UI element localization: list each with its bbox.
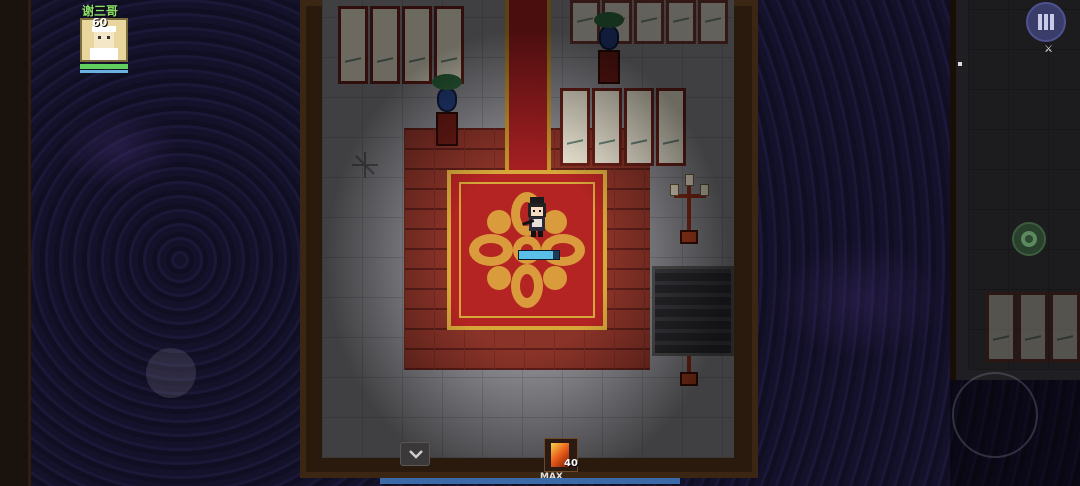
chevron-down-icon (409, 450, 423, 459)
portrait-mp-bar (80, 70, 128, 73)
collapse-button[interactable] (400, 442, 430, 466)
left-wall (0, 0, 31, 486)
energy-bar (380, 478, 680, 484)
minimap-marker (958, 62, 962, 66)
game-viewport[interactable]: 谢三哥 60 ⚔ 40 MAX (0, 0, 1080, 486)
player-level: 60 (92, 16, 108, 29)
player-health-bar (518, 250, 560, 260)
skill-icon (1021, 231, 1037, 247)
movement-joystick[interactable] (146, 348, 196, 398)
skill-button[interactable] (1012, 222, 1046, 256)
attack-button[interactable] (952, 372, 1038, 458)
player-character (522, 197, 546, 237)
grid-menu-icon (1038, 14, 1054, 30)
portrait-hp-bar (80, 64, 128, 69)
weapon-count: 40 (564, 458, 578, 469)
menu-button[interactable] (1026, 2, 1066, 42)
sword-icon[interactable]: ⚔ (1044, 44, 1053, 55)
